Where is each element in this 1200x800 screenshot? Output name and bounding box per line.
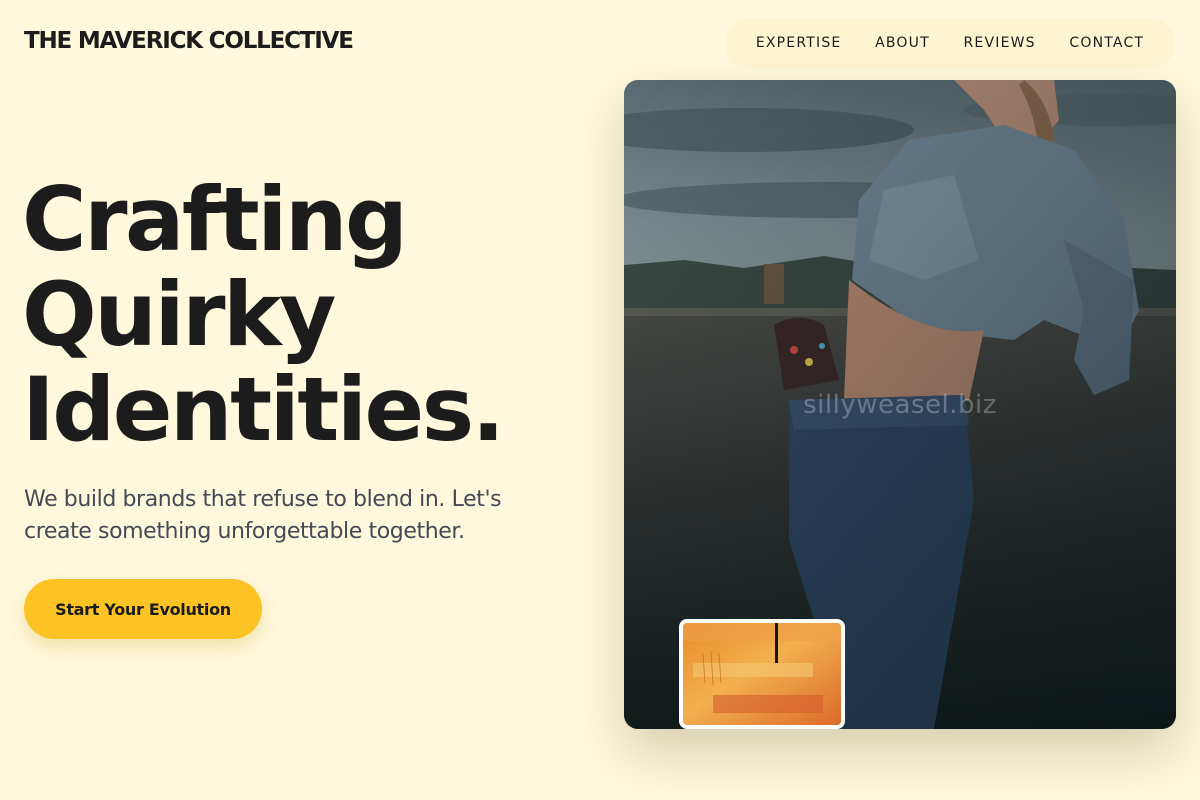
- nav-item-contact[interactable]: CONTACT: [1069, 35, 1144, 51]
- hero-subtext: We build brands that refuse to blend in.…: [24, 487, 502, 544]
- painting-thumbnail-illustration: [683, 623, 841, 725]
- thumbnail-image[interactable]: [679, 619, 845, 729]
- hero-headline: Crafting Quirky Identities.: [22, 168, 505, 461]
- headline-line-3: Identities.: [22, 358, 505, 461]
- landing-page: THE MAVERICK COLLECTIVE EXPERTISE ABOUT …: [0, 0, 1200, 800]
- start-evolution-button[interactable]: Start Your Evolution: [24, 579, 262, 639]
- nav-item-expertise[interactable]: EXPERTISE: [756, 35, 842, 51]
- headline-line-2: Quirky: [22, 263, 336, 366]
- top-nav: EXPERTISE ABOUT REVIEWS CONTACT: [725, 18, 1175, 68]
- nav-item-about[interactable]: ABOUT: [875, 35, 930, 51]
- nav-item-reviews[interactable]: REVIEWS: [963, 35, 1035, 51]
- headline-line-1: Crafting: [22, 168, 408, 271]
- photo-watermark: sillyweasel.biz: [803, 390, 997, 420]
- brand-logo[interactable]: THE MAVERICK COLLECTIVE: [24, 28, 354, 54]
